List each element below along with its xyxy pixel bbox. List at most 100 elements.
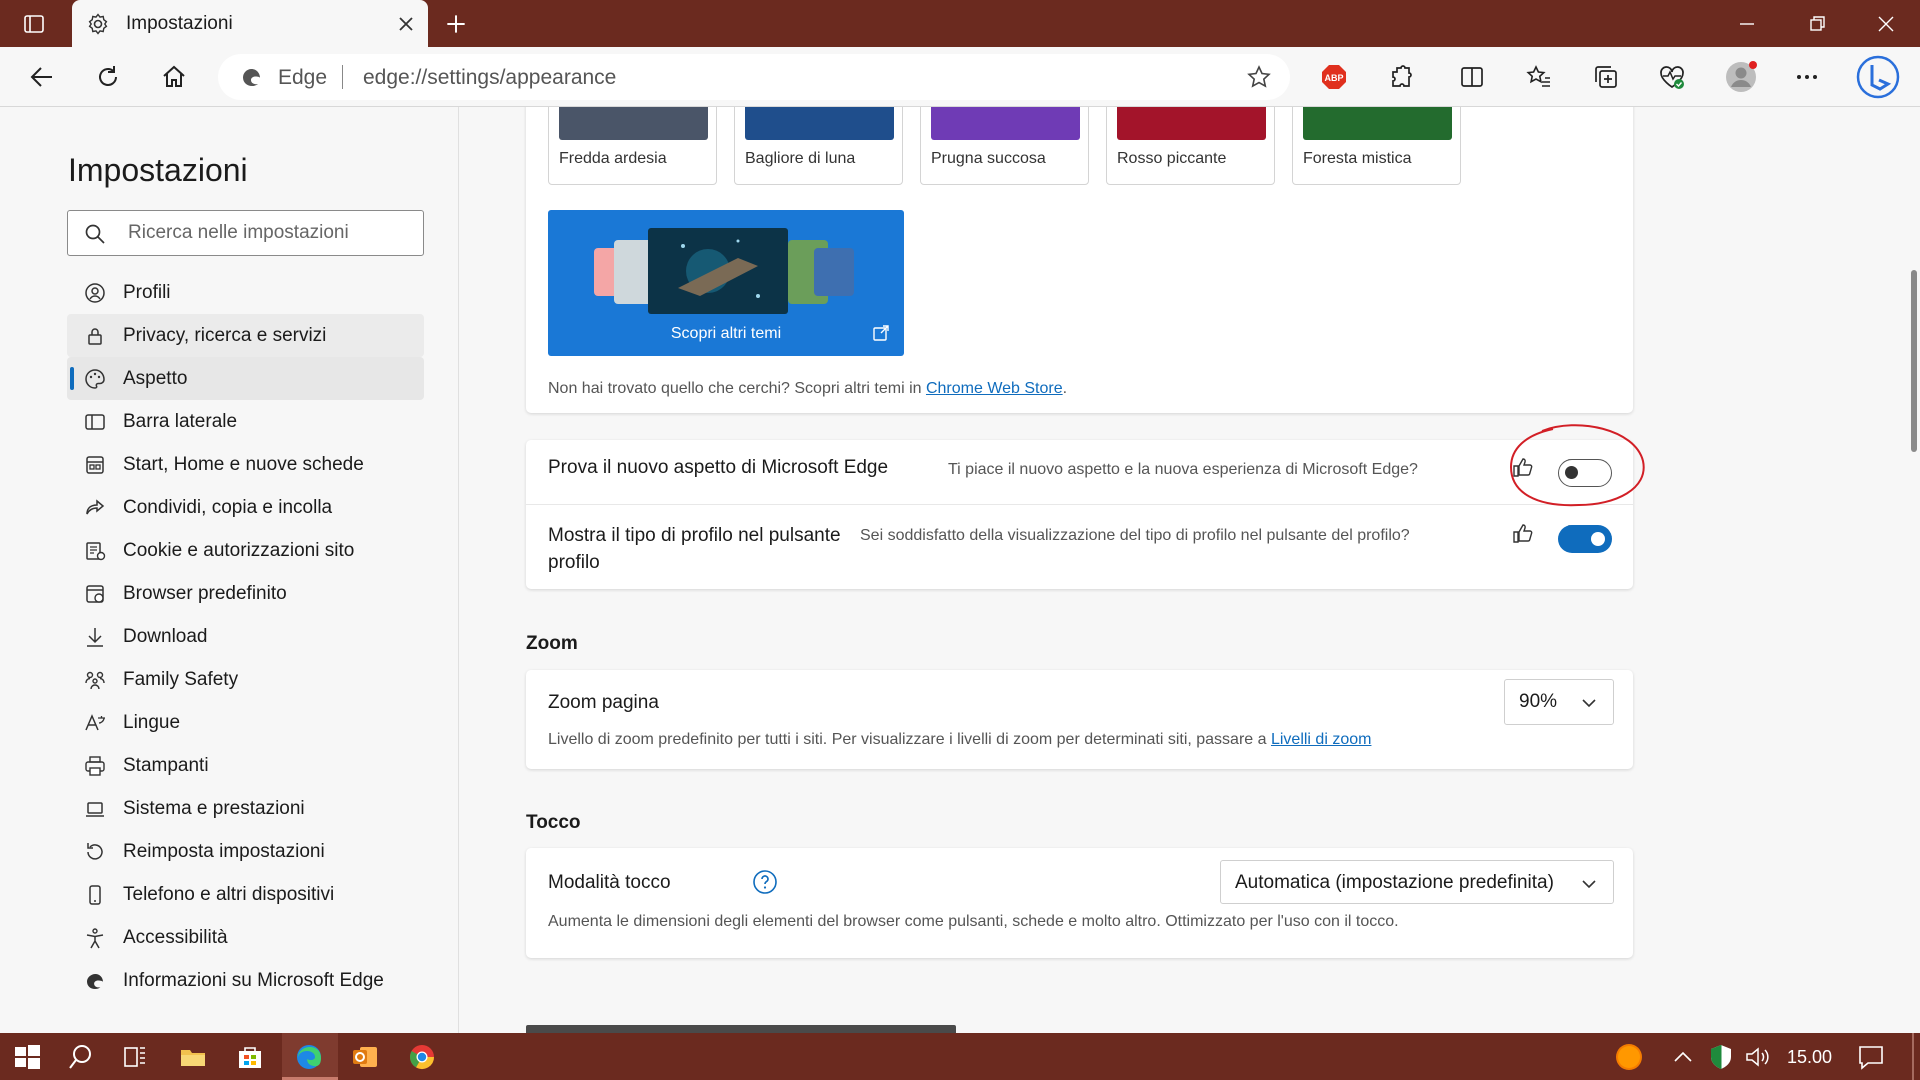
help-icon[interactable]	[752, 869, 778, 895]
search-box[interactable]	[67, 210, 424, 256]
sidebar-item-label: Privacy, ricerca e servizi	[123, 325, 327, 346]
sidebar-item-printers[interactable]: Stampanti	[67, 744, 424, 787]
theme-tile[interactable]: Rosso piccante	[1106, 107, 1275, 185]
lock-icon	[88, 328, 102, 345]
theme-tile[interactable]: Foresta mistica	[1292, 107, 1461, 185]
sidebar-item-appearance[interactable]: Aspetto	[67, 357, 424, 400]
show-desktop-button[interactable]	[1912, 1033, 1914, 1080]
browser-essentials-icon[interactable]	[1658, 63, 1686, 91]
windows-start-icon[interactable]	[12, 1042, 42, 1072]
sidebar-item-system[interactable]: Sistema e prestazioni	[67, 787, 424, 830]
zoom-dropdown[interactable]: 90%	[1504, 679, 1614, 725]
restore-icon[interactable]	[1803, 10, 1831, 38]
browser-icon	[86, 585, 104, 603]
theme-name: Bagliore di luna	[745, 150, 856, 167]
bing-copilot-icon[interactable]	[1856, 55, 1900, 99]
search-icon[interactable]	[66, 1042, 96, 1072]
sidebar-item-label: Informazioni su Microsoft Edge	[123, 970, 384, 991]
settings-sidebar: Impostazioni Profili Privacy, ricerca e …	[0, 107, 459, 1033]
close-window-icon[interactable]	[1872, 10, 1900, 38]
zoom-section-title: Zoom	[526, 633, 578, 654]
minimize-icon[interactable]	[1733, 10, 1761, 38]
touch-mode-value: Automatica (impostazione predefinita)	[1235, 872, 1554, 893]
sidebar-item-languages[interactable]: Lingue	[67, 701, 424, 744]
defender-shield-icon[interactable]	[1708, 1042, 1734, 1072]
search-icon	[85, 224, 105, 244]
url-text[interactable]: edge://settings/appearance	[363, 66, 616, 90]
split-screen-icon[interactable]	[1458, 63, 1486, 91]
volume-icon[interactable]	[1743, 1042, 1771, 1072]
sidebar-item-accessibility[interactable]: Accessibilità	[67, 916, 424, 959]
store-icon[interactable]	[235, 1042, 265, 1072]
sidebar-item-label: Profili	[123, 282, 171, 303]
sidebar-item-default-browser[interactable]: Browser predefinito	[67, 572, 424, 615]
zoom-desc-text: Livello di zoom predefinito per tutti i …	[548, 731, 1271, 748]
profile-type-toggle[interactable]	[1558, 525, 1612, 553]
sidebar-item-about[interactable]: Informazioni su Microsoft Edge	[67, 959, 424, 1002]
reset-icon	[87, 843, 103, 860]
zoom-levels-link[interactable]: Livelli di zoom	[1271, 731, 1371, 748]
theme-tile[interactable]: Fredda ardesia	[548, 107, 717, 185]
sidebar-item-profiles[interactable]: Profili	[67, 271, 424, 314]
profile-type-title: Mostra il tipo di profilo nel pulsante p…	[548, 525, 841, 573]
themes-note: Non hai trovato quello che cerchi? Scopr…	[548, 380, 1067, 398]
address-separator	[342, 65, 343, 89]
theme-tile[interactable]: Prugna succosa	[920, 107, 1089, 185]
file-explorer-icon[interactable]	[178, 1042, 208, 1072]
task-view-icon[interactable]	[120, 1042, 150, 1072]
tab-actions-icon[interactable]	[22, 12, 46, 36]
sidebar-item-sidebar[interactable]: Barra laterale	[67, 400, 424, 443]
chrome-icon[interactable]	[407, 1042, 437, 1072]
theme-tile[interactable]: Bagliore di luna	[734, 107, 903, 185]
tab-settings[interactable]: Impostazioni	[72, 0, 428, 47]
collections-icon[interactable]	[1592, 63, 1620, 91]
sidebar-item-label: Telefono e altri dispositivi	[123, 884, 335, 905]
newtab-icon	[86, 456, 104, 474]
taskbar-clock: 15.00	[1787, 1047, 1833, 1067]
chrome-web-store-link[interactable]: Chrome Web Store	[926, 380, 1063, 397]
chevron-up-icon[interactable]	[1672, 1042, 1694, 1072]
share-icon	[86, 499, 105, 515]
avatar[interactable]	[1725, 61, 1757, 93]
notification-icon[interactable]	[1856, 1042, 1886, 1072]
home-icon[interactable]	[160, 63, 188, 91]
new-tab-icon[interactable]	[443, 11, 469, 37]
next-section-heading-clipped	[526, 1025, 956, 1033]
settings-nav: Profili Privacy, ricerca e servizi Aspet…	[67, 271, 424, 1002]
settings-content: Fredda ardesia Bagliore di luna Prugna s…	[460, 107, 1920, 1033]
more-options-icon[interactable]	[1793, 63, 1821, 91]
language-icon	[85, 714, 105, 731]
sidebar-item-share[interactable]: Condividi, copia e incolla	[67, 486, 424, 529]
adblock-icon[interactable]: ABP	[1320, 63, 1348, 91]
cookie-icon	[86, 542, 106, 561]
favorites-icon[interactable]	[1525, 63, 1553, 91]
themes-note-text: Non hai trovato quello che cerchi? Scopr…	[548, 380, 926, 397]
profile-icon	[85, 283, 105, 303]
refresh-icon[interactable]	[94, 63, 122, 91]
browser-toolbar: Edge edge://settings/appearance ABP	[0, 47, 1920, 107]
sidebar-item-cookies[interactable]: Cookie e autorizzazioni sito	[67, 529, 424, 572]
sidebar-item-reset[interactable]: Reimposta impostazioni	[67, 830, 424, 873]
discover-themes-button[interactable]: Scopri altri temi	[548, 210, 904, 356]
back-icon[interactable]	[28, 63, 56, 91]
sidebar-item-start-home[interactable]: Start, Home e nuove schede	[67, 443, 424, 486]
sidebar-item-download[interactable]: Download	[67, 615, 424, 658]
thumbs-up-icon[interactable]	[1511, 522, 1535, 546]
profile-type-question: Sei soddisfatto della visualizzazione de…	[860, 527, 1410, 544]
close-tab-icon[interactable]	[394, 12, 418, 36]
favorite-star-icon[interactable]	[1246, 64, 1272, 90]
orange-app-icon[interactable]	[1614, 1042, 1644, 1072]
sidebar-item-privacy[interactable]: Privacy, ricerca e servizi	[67, 314, 424, 357]
search-input[interactable]	[128, 211, 418, 255]
edge-icon[interactable]	[294, 1042, 324, 1072]
sidebar-item-phone[interactable]: Telefono e altri dispositivi	[67, 873, 424, 916]
laptop-icon	[86, 802, 104, 817]
touch-mode-dropdown[interactable]: Automatica (impostazione predefinita)	[1220, 860, 1614, 904]
scrollbar-thumb[interactable]	[1911, 270, 1917, 452]
address-bar[interactable]: Edge edge://settings/appearance	[218, 54, 1290, 100]
sidebar-item-family-safety[interactable]: Family Safety	[67, 658, 424, 701]
external-link-icon	[873, 325, 889, 341]
outlook-icon[interactable]	[350, 1042, 380, 1072]
gear-icon	[88, 13, 108, 35]
extensions-icon[interactable]	[1387, 63, 1415, 91]
